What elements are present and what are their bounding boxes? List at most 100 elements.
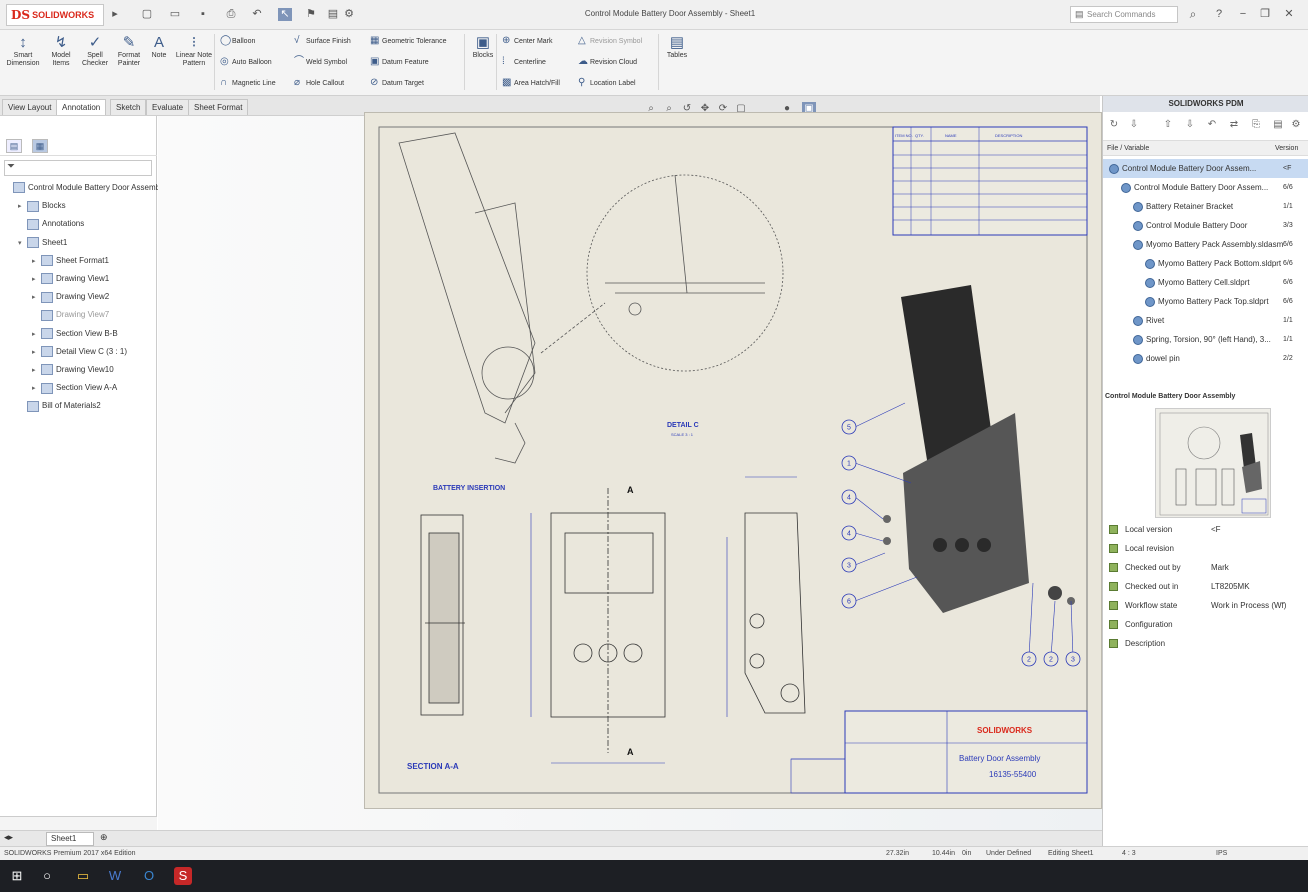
restore-icon[interactable]: ❐: [1258, 8, 1272, 21]
tree-item[interactable]: ▸ Drawing View1: [32, 271, 109, 287]
expand-menu-icon[interactable]: ▸: [108, 8, 122, 21]
tree-item[interactable]: ▸ Section View A-A: [32, 380, 117, 396]
get-latest-icon[interactable]: ⇩: [1127, 118, 1141, 132]
expand-arrow-icon[interactable]: ▸: [32, 345, 41, 361]
tree-item[interactable]: Annotations: [18, 216, 84, 232]
feature-tree-tab-icon[interactable]: ▤: [6, 139, 22, 153]
options-gear-icon[interactable]: ⚙: [342, 8, 356, 21]
magnetic-line-button[interactable]: ∩ Magnetic Line: [220, 76, 276, 90]
tab-view-layout[interactable]: View Layout: [2, 99, 58, 115]
add-sheet-icon[interactable]: ⊕: [100, 832, 108, 843]
auto-balloon-button[interactable]: ◎ Auto Balloon: [220, 55, 272, 69]
smart-dimension-button[interactable]: ↕ Smart Dimension: [6, 34, 40, 68]
expand-arrow-icon[interactable]: ▸: [32, 290, 41, 306]
datum-target-button[interactable]: ⊘ Datum Target: [370, 76, 424, 90]
pdm-file-row[interactable]: Myomo Battery Pack Assembly.sldasm 6/6: [1103, 235, 1308, 254]
file-explorer-icon[interactable]: ▭: [74, 867, 92, 885]
pdm-file-row[interactable]: dowel pin 2/2: [1103, 349, 1308, 368]
tab-annotation[interactable]: Annotation: [56, 99, 107, 115]
model-items-button[interactable]: ↯ Model Items: [44, 34, 78, 68]
cortana-icon[interactable]: ○: [38, 867, 56, 885]
pdm-file-row[interactable]: Control Module Battery Door Assem... <F: [1103, 159, 1308, 178]
expand-arrow-icon[interactable]: ▸: [32, 381, 41, 397]
tree-item[interactable]: ▾ Sheet1: [18, 235, 67, 251]
refresh-icon[interactable]: ↻: [1107, 118, 1121, 132]
undo-icon[interactable]: ↶: [250, 8, 264, 21]
tree-item[interactable]: ▸ Drawing View10: [32, 362, 114, 378]
expand-arrow-icon[interactable]: ▸: [32, 363, 41, 379]
blocks-button[interactable]: ▣ Blocks: [466, 34, 500, 60]
hole-callout-button[interactable]: ⌀ Hole Callout: [294, 76, 344, 90]
tree-item[interactable]: ▸ Detail View C (3 : 1): [32, 344, 127, 360]
balloon-button[interactable]: ◯Balloon: [220, 34, 255, 48]
linear-note-pattern-button[interactable]: ⁝ Linear Note Pattern: [174, 34, 214, 68]
word-icon[interactable]: W: [106, 867, 124, 885]
copy-tree-icon[interactable]: ⎘: [1249, 118, 1263, 132]
pdm-file-row[interactable]: Battery Retainer Bracket 1/1: [1103, 197, 1308, 216]
centerline-button[interactable]: ⁞ Centerline: [502, 55, 546, 69]
status-scale[interactable]: 4 : 3: [1122, 847, 1136, 860]
print-icon[interactable]: ⎙: [224, 8, 238, 21]
center-mark-button[interactable]: ⊕ Center Mark: [502, 34, 553, 48]
note-button[interactable]: A Note: [142, 34, 176, 60]
properties-icon[interactable]: ▤: [1271, 118, 1285, 132]
geometric-tolerance-button[interactable]: ▦ Geometric Tolerance: [370, 34, 446, 48]
save-icon[interactable]: ▪: [196, 8, 210, 21]
pdm-file-row[interactable]: Myomo Battery Pack Bottom.sldprt 6/6: [1103, 254, 1308, 273]
new-document-icon[interactable]: ▢: [140, 8, 154, 21]
tree-filter-input[interactable]: ⏷: [4, 160, 152, 176]
workflow-icon[interactable]: ⇄: [1227, 118, 1241, 132]
search-commands-input[interactable]: ▤ Search Commands: [1070, 6, 1178, 23]
rebuild-icon[interactable]: ⚑: [304, 8, 318, 21]
column-version[interactable]: Version: [1275, 141, 1298, 156]
outlook-icon[interactable]: O: [140, 867, 158, 885]
select-icon[interactable]: ↖: [278, 8, 292, 21]
expand-arrow-icon[interactable]: ▸: [32, 254, 41, 270]
tab-sheet-format[interactable]: Sheet Format: [188, 99, 249, 115]
check-in-icon[interactable]: ⇩: [1183, 118, 1197, 132]
datum-feature-button[interactable]: ▣ Datum Feature: [370, 55, 429, 69]
sheet-tab[interactable]: Sheet1: [46, 832, 94, 846]
spell-checker-button[interactable]: ✓ Spell Checker: [78, 34, 112, 68]
tables-button[interactable]: ▤ Tables: [660, 34, 694, 60]
property-manager-tab-icon[interactable]: ▦: [32, 139, 48, 153]
expand-arrow-icon[interactable]: ▸: [18, 199, 27, 215]
expand-arrow-icon[interactable]: ▸: [32, 272, 41, 288]
panel-scrollbar[interactable]: [0, 816, 157, 830]
tree-item[interactable]: Bill of Materials2: [18, 398, 101, 414]
tab-evaluate[interactable]: Evaluate: [146, 99, 190, 115]
undo-check-out-icon[interactable]: ↶: [1205, 118, 1219, 132]
help-icon[interactable]: ?: [1212, 8, 1226, 21]
search-icon[interactable]: ⌕: [1186, 8, 1200, 21]
area-hatch-button[interactable]: ▩ Area Hatch/Fill: [502, 76, 560, 90]
settings-icon[interactable]: ⚙: [1289, 118, 1303, 132]
tree-item[interactable]: Drawing View7: [32, 307, 109, 323]
expand-arrow-icon[interactable]: ▸: [32, 327, 41, 343]
pdm-file-row[interactable]: Control Module Battery Door 3/3: [1103, 216, 1308, 235]
drawing-sheet[interactable]: ITEM NO. QTY. NAME DESCRIPTION DETAIL C …: [364, 112, 1102, 809]
close-icon[interactable]: ✕: [1282, 8, 1296, 21]
pdm-file-row[interactable]: Control Module Battery Door Assem... 6/6: [1103, 178, 1308, 197]
tab-sketch[interactable]: Sketch: [110, 99, 147, 115]
pdm-file-row[interactable]: Myomo Battery Pack Top.sldprt 6/6: [1103, 292, 1308, 311]
minimize-icon[interactable]: −: [1236, 8, 1250, 21]
weld-symbol-button[interactable]: ⌒ Weld Symbol: [294, 55, 347, 69]
solidworks-taskbar-icon[interactable]: S: [174, 867, 192, 885]
check-out-icon[interactable]: ⇧: [1161, 118, 1175, 132]
surface-finish-button[interactable]: √ Surface Finish: [294, 34, 351, 48]
tree-item[interactable]: ▸ Drawing View2: [32, 289, 109, 305]
format-painter-button[interactable]: ✎ Format Painter: [112, 34, 146, 68]
tree-item[interactable]: Control Module Battery Door Assembl: [4, 180, 162, 196]
status-units[interactable]: IPS: [1216, 847, 1227, 860]
expand-arrow-icon[interactable]: ▾: [18, 236, 27, 252]
solidworks-logo[interactable]: DS SOLIDWORKS: [6, 4, 104, 26]
pdm-file-row[interactable]: Rivet 1/1: [1103, 311, 1308, 330]
column-file[interactable]: File / Variable: [1107, 141, 1149, 156]
tree-item[interactable]: ▸ Sheet Format1: [32, 253, 109, 269]
tree-item[interactable]: ▸ Blocks: [18, 198, 66, 214]
file-properties-icon[interactable]: ▤: [326, 8, 340, 21]
revision-symbol-button[interactable]: △ Revision Symbol: [578, 34, 642, 48]
revision-cloud-button[interactable]: ☁ Revision Cloud: [578, 55, 637, 69]
open-folder-icon[interactable]: ▭: [168, 8, 182, 21]
pdm-file-row[interactable]: Spring, Torsion, 90° (left Hand), 3... 1/…: [1103, 330, 1308, 349]
